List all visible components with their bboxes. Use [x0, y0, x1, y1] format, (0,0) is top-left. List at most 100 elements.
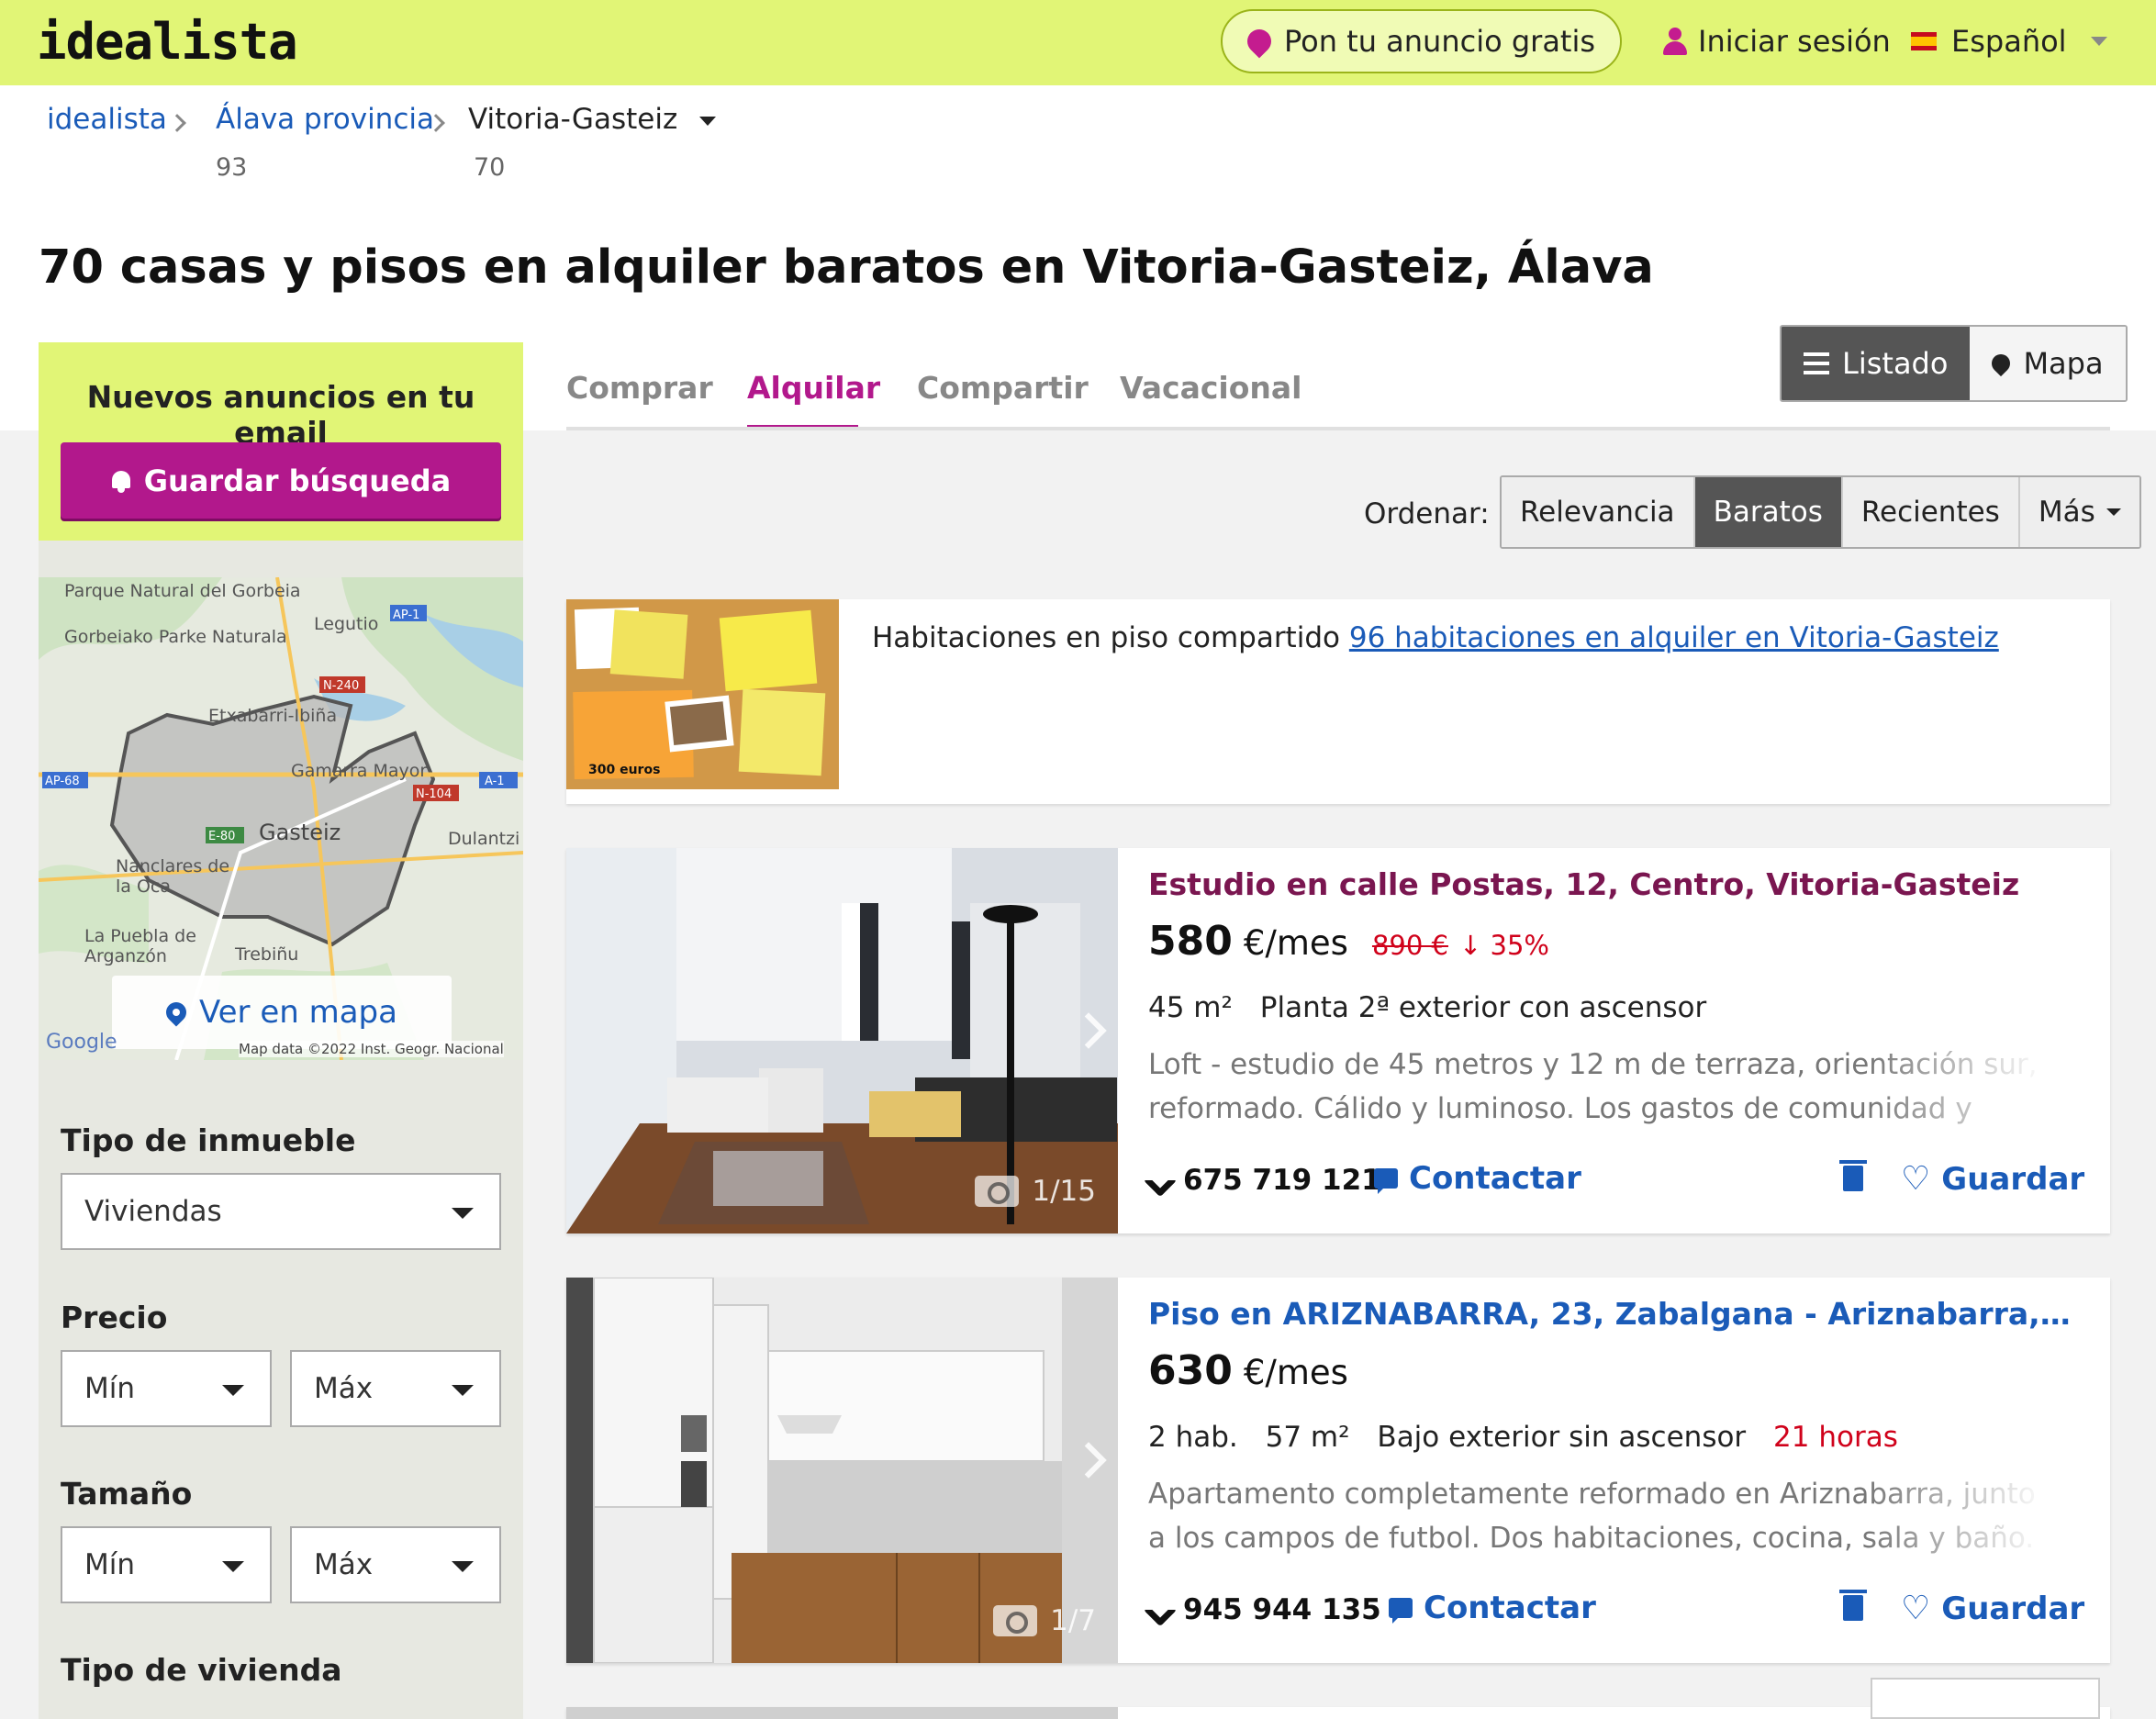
- price-max-select[interactable]: Máx: [290, 1350, 501, 1427]
- road-label: AP-1: [393, 608, 420, 622]
- tab-compartir[interactable]: Compartir: [917, 370, 1089, 406]
- login-link[interactable]: Iniciar sesión: [1663, 24, 1891, 59]
- photo-counter: 1/7: [993, 1604, 1096, 1637]
- promo-rooms-link[interactable]: 96 habitaciones en alquiler en Vitoria-G…: [1349, 621, 1999, 654]
- order-mas-label: Más: [2038, 496, 2095, 529]
- breadcrumb-item-home[interactable]: idealista: [47, 103, 167, 136]
- save-search-button[interactable]: Guardar búsqueda: [61, 442, 501, 519]
- listing-details: 2 hab. 57 m² Bajo exterior sin ascensor …: [1148, 1421, 1916, 1454]
- dropdown-arrow-icon: [452, 1208, 474, 1219]
- save-listing-button[interactable]: ♡ Guardar: [1901, 1160, 2084, 1198]
- breadcrumb-city-count: 70: [474, 153, 506, 182]
- listing-body: Piso en ARIZNABARRA, 23, Zabalgana - Ari…: [1143, 1278, 2094, 1663]
- road-label: E-80: [208, 830, 236, 843]
- listing-price-row: 630 €/mes: [1148, 1347, 1348, 1394]
- trash-icon[interactable]: [1839, 1160, 1867, 1191]
- tab-alquilar[interactable]: Alquilar: [747, 370, 880, 406]
- breadcrumb-home-link[interactable]: idealista: [47, 103, 167, 136]
- dropdown-arrow-icon: [452, 1385, 474, 1396]
- listing-old-price: 890 €: [1371, 930, 1448, 961]
- order-baratos-label: Baratos: [1713, 496, 1823, 529]
- save-listing-label: Guardar: [1941, 1160, 2085, 1198]
- size-min-value: Mín: [84, 1548, 136, 1581]
- listing-card[interactable]: 1/15 Estudio en calle Postas, 12, Centro…: [566, 848, 2110, 1233]
- photo-counter: 1/15: [975, 1175, 1096, 1208]
- list-view-button[interactable]: Listado: [1782, 327, 1971, 400]
- map-place-label: Trebiñu: [235, 944, 299, 965]
- listing-phone[interactable]: 945 944 135: [1143, 1592, 1381, 1627]
- size-max-select[interactable]: Máx: [290, 1526, 501, 1603]
- price-max-value: Máx: [314, 1372, 374, 1405]
- listing-phone[interactable]: 675 719 121: [1143, 1163, 1381, 1198]
- contact-button[interactable]: Contactar: [1389, 1590, 1596, 1626]
- bell-icon: [111, 469, 131, 493]
- home-type-label: Tipo de vivienda: [61, 1652, 342, 1688]
- view-on-map-label: Ver en mapa: [199, 994, 397, 1031]
- order-relevancia-button[interactable]: Relevancia: [1502, 477, 1695, 547]
- chevron-down-icon: [2090, 37, 2107, 46]
- email-alert-box: Nuevos anuncios en tu email Guardar búsq…: [39, 342, 523, 541]
- contact-button[interactable]: Contactar: [1374, 1160, 1581, 1197]
- listing-price-row: 580 €/mes 890 € ↓ 35%: [1148, 918, 1549, 965]
- map-place-label: Dulantzi: [448, 829, 520, 849]
- dropdown-arrow-icon: [222, 1561, 244, 1572]
- chat-icon: [1389, 1598, 1413, 1624]
- listing-title-link[interactable]: Piso en ARIZNABARRA, 23, Zabalgana - Ari…: [1148, 1296, 2075, 1332]
- map-view-button[interactable]: Mapa: [1970, 327, 2126, 400]
- listing-title-link[interactable]: Estudio en calle Postas, 12, Centro, Vit…: [1148, 866, 2075, 902]
- mini-map[interactable]: Parque Natural del Gorbeia Gorbeiako Par…: [39, 577, 523, 1060]
- listing-detail-rooms: 2 hab.: [1148, 1421, 1238, 1454]
- listing-price: 630: [1148, 1347, 1233, 1394]
- listing-detail-size: 57 m²: [1265, 1421, 1350, 1454]
- property-type-select[interactable]: Viviendas: [61, 1173, 501, 1250]
- publish-ad-button[interactable]: Pon tu anuncio gratis: [1221, 9, 1622, 73]
- view-on-map-button[interactable]: Ver en mapa: [112, 976, 452, 1049]
- heart-icon: ♡: [1901, 1590, 1931, 1627]
- breadcrumb-province-link[interactable]: Álava provincia: [216, 103, 434, 136]
- order-mas-dropdown[interactable]: Más: [2019, 477, 2139, 547]
- contact-label: Contactar: [1424, 1590, 1596, 1626]
- idealista-logo[interactable]: idealista: [37, 13, 298, 71]
- size-min-select[interactable]: Mín: [61, 1526, 272, 1603]
- order-options: Relevancia Baratos Recientes Más: [1500, 475, 2141, 549]
- listing-body: Estudio en calle Postas, 12, Centro, Vit…: [1143, 848, 2094, 1233]
- trash-icon[interactable]: [1839, 1590, 1867, 1621]
- listing-card[interactable]: 1/7 Piso en ARIZNABARRA, 23, Zabalgana -…: [566, 1278, 2110, 1663]
- price-drop-value: 35%: [1490, 930, 1549, 961]
- tab-vacacional[interactable]: Vacacional: [1120, 370, 1301, 406]
- map-place-label: Gasteiz: [259, 820, 341, 845]
- price-min-value: Mín: [84, 1372, 136, 1405]
- language-label: Español: [1951, 24, 2067, 59]
- corkboard-image: 300 euros: [566, 599, 839, 789]
- promo-label: Habitaciones en piso compartido: [872, 621, 1340, 654]
- breadcrumb-item-province[interactable]: Álava provincia 93: [216, 103, 434, 182]
- listing-phone-number: 675 719 121: [1183, 1164, 1381, 1197]
- dropdown-arrow-icon: [452, 1561, 474, 1572]
- map-attribution: Map data ©2022 Inst. Geogr. Nacional: [239, 1041, 504, 1057]
- listing-price: 580: [1148, 918, 1233, 965]
- listing-description[interactable]: Apartamento completamente reformado en A…: [1148, 1472, 2048, 1560]
- language-selector[interactable]: Español: [1911, 24, 2107, 59]
- order-relevancia-label: Relevancia: [1520, 496, 1675, 529]
- location-pin-icon: [162, 998, 191, 1027]
- save-listing-button[interactable]: ♡ Guardar: [1901, 1590, 2084, 1627]
- road-label: N-240: [323, 679, 360, 693]
- list-view-label: Listado: [1842, 346, 1949, 381]
- listing-photo[interactable]: 1/7: [566, 1278, 1118, 1663]
- sidebar: Nuevos anuncios en tu email Guardar búsq…: [39, 342, 523, 1719]
- price-min-select[interactable]: Mín: [61, 1350, 272, 1427]
- listing-description[interactable]: Loft - estudio de 45 metros y 12 m de te…: [1148, 1043, 2048, 1131]
- price-label: Precio: [61, 1300, 168, 1335]
- order-baratos-button[interactable]: Baratos: [1694, 477, 1843, 547]
- shared-rooms-promo[interactable]: 300 euros Habitaciones en piso compartid…: [566, 599, 2110, 804]
- save-search-label: Guardar búsqueda: [143, 463, 452, 498]
- size-max-value: Máx: [314, 1548, 374, 1581]
- breadcrumb-item-city[interactable]: Vitoria-Gasteiz 70: [468, 103, 717, 182]
- order-recientes-button[interactable]: Recientes: [1842, 477, 2020, 547]
- map-place-label: La Puebla de Arganzón: [84, 926, 196, 966]
- listing-photo[interactable]: 1/15: [566, 848, 1118, 1233]
- tab-comprar[interactable]: Comprar: [566, 370, 713, 406]
- dropdown-arrow-icon: [222, 1385, 244, 1396]
- view-toggle: Listado Mapa: [1780, 325, 2128, 402]
- tabs-divider: [566, 427, 2110, 430]
